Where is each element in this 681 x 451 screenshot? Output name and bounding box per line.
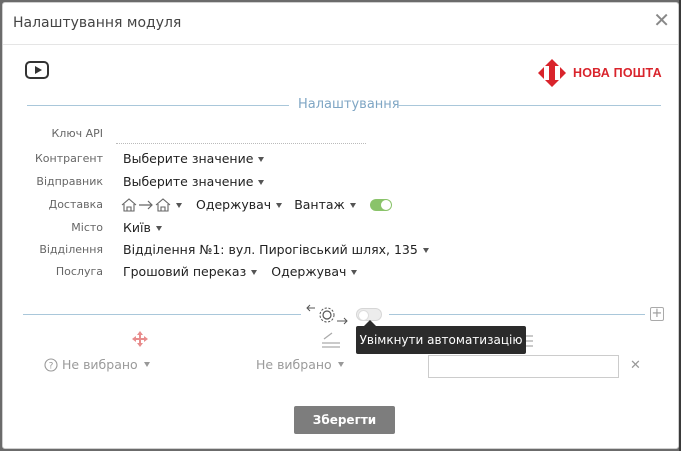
delivery-type-select[interactable] [121, 198, 182, 212]
caret-down-icon [276, 202, 283, 208]
sender-label: Відправник [36, 175, 103, 188]
not-selected-value-2: Не вибрано [256, 357, 332, 372]
api-key-input[interactable] [116, 143, 366, 144]
delivery-payer-value: Одержувач [196, 197, 272, 212]
caret-down-icon [143, 362, 150, 367]
settings-section-divider: Налаштування [27, 97, 661, 113]
service-payer-select[interactable]: Одержувач [271, 263, 358, 281]
counterparty-select[interactable]: Выберите значение [123, 150, 265, 168]
branch-value: Відділення №1: вул. Пирогівський шлях, 1… [123, 242, 418, 257]
caret-down-icon [337, 362, 344, 367]
caret-down-icon [351, 269, 358, 275]
section-title: Налаштування [298, 97, 400, 112]
add-icon[interactable]: + [650, 307, 664, 321]
delivery-label: Доставка [48, 198, 103, 211]
divider-line-left [27, 105, 289, 106]
branch-row: Відділення Відділення №1: вул. Пирогівсь… [3, 241, 680, 259]
house-icon [155, 198, 171, 212]
delivery-controls: Одержувач Вантаж [121, 196, 392, 214]
delivery-row: Доставка Одержувач Вантаж [3, 196, 680, 214]
caret-down-icon [251, 269, 258, 275]
caret-down-icon [155, 225, 162, 231]
delivery-cargo-select[interactable]: Вантаж [294, 196, 356, 214]
close-icon[interactable]: ✕ [653, 10, 670, 30]
caret-down-icon [349, 202, 356, 208]
service-payer-value: Одержувач [271, 264, 347, 279]
city-label: Місто [71, 221, 103, 234]
clear-icon[interactable]: ✕ [630, 358, 641, 373]
automation-tooltip: Увімкнути автоматизацію [356, 320, 526, 354]
move-arrows-icon [132, 331, 148, 347]
sender-value: Выберите значение [123, 174, 254, 189]
api-key-label: Ключ API [51, 127, 104, 140]
svg-text:?: ? [49, 361, 54, 371]
sender-select[interactable]: Выберите значение [123, 173, 265, 191]
service-value: Грошовий переказ [123, 264, 247, 279]
save-button[interactable]: Зберегти [294, 406, 395, 434]
service-label: Послуга [55, 265, 103, 278]
counterparty-value: Выберите значение [123, 151, 254, 166]
city-row: Місто Київ [3, 219, 680, 237]
api-key-row: Ключ API [3, 125, 680, 143]
modal-title: Налаштування модуля [13, 15, 182, 31]
automation-divider-left [23, 314, 301, 315]
nova-poshta-logo: НОВА ПОШТА [537, 58, 662, 88]
not-selected-value-1: Не вибрано [62, 357, 138, 372]
nova-poshta-logo-icon [538, 59, 566, 87]
nova-poshta-logo-text: НОВА ПОШТА [573, 66, 662, 80]
counterparty-label: Контрагент [34, 152, 103, 165]
arrow-right-icon [139, 200, 153, 210]
youtube-icon[interactable] [25, 61, 49, 79]
settings-modal: Налаштування модуля ✕ НОВА ПОШТА Налашту… [2, 2, 679, 449]
city-value: Київ [123, 220, 151, 235]
edit-lines-icon [322, 332, 340, 348]
city-select[interactable]: Київ [123, 219, 162, 237]
caret-down-icon [258, 179, 265, 185]
automation-gear-icon [306, 304, 348, 325]
caret-down-icon [176, 202, 182, 208]
service-row: Послуга Грошовий переказ Одержувач [3, 263, 680, 281]
caret-down-icon [422, 247, 429, 253]
service-select[interactable]: Грошовий переказ [123, 263, 258, 281]
caret-down-icon [258, 156, 265, 162]
counterparty-row: Контрагент Выберите значение [3, 150, 680, 168]
automation-value-input[interactable] [428, 355, 619, 378]
delivery-payer-select[interactable]: Одержувач [196, 196, 283, 214]
branch-select[interactable]: Відділення №1: вул. Пирогівський шлях, 1… [123, 241, 429, 259]
delivery-cargo-value: Вантаж [294, 197, 345, 212]
modal-header: Налаштування модуля ✕ [3, 3, 678, 45]
divider-line-right [397, 105, 661, 106]
not-selected-select-1[interactable]: ? Не вибрано [44, 357, 150, 372]
branch-label: Відділення [39, 243, 103, 256]
help-icon: ? [44, 357, 58, 372]
automation-divider-right [389, 314, 645, 315]
service-controls: Грошовий переказ Одержувач [123, 263, 358, 281]
sender-row: Відправник Выберите значение [3, 173, 680, 191]
not-selected-select-2[interactable]: Не вибрано [256, 357, 344, 372]
delivery-toggle[interactable] [369, 199, 392, 211]
house-icon [121, 198, 137, 212]
